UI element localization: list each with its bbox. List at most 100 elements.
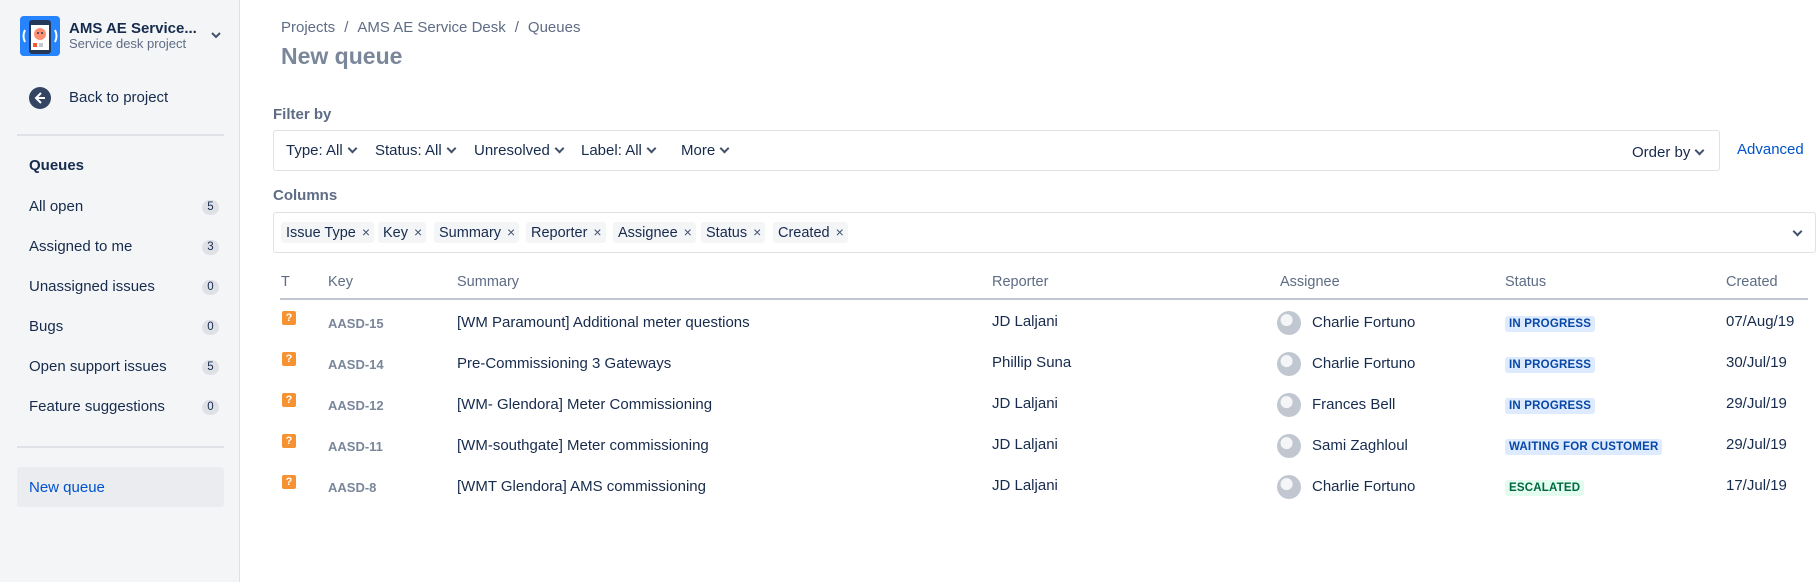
sidebar-item-all-open[interactable]: All open 5 bbox=[17, 191, 224, 223]
queue-count-badge: 5 bbox=[202, 360, 219, 375]
sidebar-item-label: All open bbox=[29, 198, 84, 215]
order-by-dropdown[interactable]: Order by bbox=[1632, 144, 1705, 161]
chevron-down-icon[interactable] bbox=[207, 26, 225, 44]
table-row[interactable]: ? AASD-12 [WM- Glendora] Meter Commissioni… bbox=[280, 385, 1808, 426]
breadcrumb-queues[interactable]: Queues bbox=[528, 19, 581, 36]
column-tag-key: Key × bbox=[378, 222, 427, 243]
sidebar-item-feature-suggestions[interactable]: Feature suggestions 0 bbox=[17, 391, 224, 423]
filter-label-label: Label: All bbox=[581, 142, 642, 159]
columns-heading: Columns bbox=[273, 187, 338, 204]
user-avatar bbox=[1277, 352, 1301, 376]
column-header-assignee[interactable]: Assignee bbox=[1280, 274, 1340, 290]
reporter-name: Phillip Suna bbox=[992, 354, 1072, 371]
issue-key-link[interactable]: AASD-14 bbox=[328, 357, 384, 372]
question-issue-type-icon: ? bbox=[282, 475, 296, 489]
sidebar-item-label: Unassigned issues bbox=[29, 278, 155, 295]
column-tag-label: Issue Type bbox=[286, 225, 356, 241]
assignee-name: Charlie Fortuno bbox=[1312, 355, 1416, 372]
question-issue-type-icon: ? bbox=[282, 393, 296, 407]
issue-summary-link[interactable]: [WM Paramount] Additional meter question… bbox=[457, 314, 750, 331]
queue-count-badge: 0 bbox=[202, 400, 219, 415]
issue-key-link[interactable]: AASD-11 bbox=[328, 439, 383, 454]
filter-type-dropdown[interactable]: Type: All bbox=[286, 142, 358, 159]
table-row[interactable]: ? AASD-8 [WMT Glendora] AMS commissioning J… bbox=[280, 467, 1808, 508]
sidebar: AMS AE Service... Service desk project B… bbox=[0, 0, 240, 582]
reporter-name: JD Laljani bbox=[992, 313, 1058, 330]
column-tag-label: Summary bbox=[439, 225, 502, 241]
question-issue-type-icon: ? bbox=[282, 352, 296, 366]
remove-column-icon[interactable]: × bbox=[684, 222, 692, 243]
column-header-type[interactable]: T bbox=[281, 274, 290, 290]
remove-column-icon[interactable]: × bbox=[362, 222, 370, 243]
chevron-down-icon[interactable] bbox=[1792, 226, 1803, 237]
column-header-summary[interactable]: Summary bbox=[457, 274, 519, 290]
created-date: 29/Jul/19 bbox=[1726, 395, 1787, 412]
status-lozenge: IN PROGRESS bbox=[1505, 398, 1596, 414]
status-lozenge: IN PROGRESS bbox=[1505, 357, 1596, 373]
status-lozenge: ESCALATED bbox=[1505, 480, 1585, 496]
column-tag-label: Reporter bbox=[531, 225, 588, 241]
chevron-down-icon bbox=[446, 143, 457, 154]
issue-summary-link[interactable]: [WM-southgate] Meter commissioning bbox=[457, 437, 709, 454]
filter-type-label: Type: All bbox=[286, 142, 343, 159]
queue-count-badge: 3 bbox=[202, 240, 219, 255]
sidebar-item-unassigned-issues[interactable]: Unassigned issues 0 bbox=[17, 271, 224, 303]
table-header-divider bbox=[280, 298, 1808, 300]
issue-key-link[interactable]: AASD-15 bbox=[328, 316, 384, 331]
created-date: 30/Jul/19 bbox=[1726, 354, 1787, 371]
remove-column-icon[interactable]: × bbox=[593, 222, 601, 243]
question-issue-type-icon: ? bbox=[282, 311, 296, 325]
sidebar-item-label: Open support issues bbox=[29, 358, 167, 375]
sidebar-item-assigned-to-me[interactable]: Assigned to me 3 bbox=[17, 231, 224, 263]
filter-more-dropdown[interactable]: More bbox=[681, 142, 730, 159]
back-to-project-link[interactable]: Back to project bbox=[29, 87, 219, 109]
filter-label-dropdown[interactable]: Label: All bbox=[581, 142, 657, 159]
sidebar-item-open-support-issues[interactable]: Open support issues 5 bbox=[17, 351, 224, 383]
remove-column-icon[interactable]: × bbox=[753, 222, 761, 243]
table-row[interactable]: ? AASD-15 [WM Paramount] Additional meter … bbox=[280, 303, 1808, 344]
column-header-key[interactable]: Key bbox=[328, 274, 353, 290]
page-title: New queue bbox=[281, 43, 403, 69]
table-row[interactable]: ? AASD-11 [WM-southgate] Meter commissioni… bbox=[280, 426, 1808, 467]
sidebar-item-new-queue[interactable]: New queue bbox=[17, 467, 224, 507]
issue-summary-link[interactable]: [WMT Glendora] AMS commissioning bbox=[457, 478, 706, 495]
issue-summary-link[interactable]: [WM- Glendora] Meter Commissioning bbox=[457, 396, 712, 413]
back-to-project-label: Back to project bbox=[69, 89, 169, 106]
created-date: 07/Aug/19 bbox=[1726, 313, 1795, 330]
filter-heading: Filter by bbox=[273, 106, 332, 123]
columns-selector[interactable]: Issue Type × Key × Summary × Reporter × Assi… bbox=[273, 212, 1816, 253]
issue-key-link[interactable]: AASD-8 bbox=[328, 480, 376, 495]
column-header-created[interactable]: Created bbox=[1726, 274, 1778, 290]
column-header-reporter[interactable]: Reporter bbox=[992, 274, 1048, 290]
filter-bar: Type: All Status: All Unresolved Label: … bbox=[273, 130, 1720, 171]
column-tag-label: Status bbox=[706, 225, 748, 241]
reporter-name: JD Laljani bbox=[992, 477, 1058, 494]
issue-key-link[interactable]: AASD-12 bbox=[328, 398, 384, 413]
breadcrumb-project[interactable]: AMS AE Service Desk bbox=[357, 19, 505, 36]
column-tag-label: Assignee bbox=[618, 225, 678, 241]
status-lozenge: WAITING FOR CUSTOMER bbox=[1505, 439, 1663, 455]
breadcrumb-projects[interactable]: Projects bbox=[281, 19, 335, 36]
table-row[interactable]: ? AASD-14 Pre-Commissioning 3 Gateways Phil… bbox=[280, 344, 1808, 385]
queue-count-badge: 5 bbox=[202, 200, 219, 215]
column-tag-reporter: Reporter × bbox=[526, 222, 606, 243]
assignee-name: Charlie Fortuno bbox=[1312, 314, 1416, 331]
status-lozenge: IN PROGRESS bbox=[1505, 316, 1596, 332]
sidebar-item-bugs[interactable]: Bugs 0 bbox=[17, 311, 224, 343]
queue-count-badge: 0 bbox=[202, 320, 219, 335]
filter-resolution-dropdown[interactable]: Unresolved bbox=[474, 142, 565, 159]
arrow-left-circle-icon bbox=[29, 87, 51, 109]
issue-summary-link[interactable]: Pre-Commissioning 3 Gateways bbox=[457, 355, 671, 372]
remove-column-icon[interactable]: × bbox=[507, 222, 515, 243]
remove-column-icon[interactable]: × bbox=[836, 222, 844, 243]
remove-column-icon[interactable]: × bbox=[414, 222, 422, 243]
filter-more-label: More bbox=[681, 142, 716, 159]
column-tag-issue-type: Issue Type × bbox=[281, 222, 375, 243]
assignee-name: Sami Zaghloul bbox=[1312, 437, 1408, 454]
project-switcher[interactable]: AMS AE Service... Service desk project bbox=[20, 16, 225, 56]
assignee-name: Charlie Fortuno bbox=[1312, 478, 1416, 495]
column-header-status[interactable]: Status bbox=[1505, 274, 1546, 290]
advanced-search-link[interactable]: Advanced bbox=[1737, 141, 1804, 158]
assignee-name: Frances Bell bbox=[1312, 396, 1396, 413]
filter-status-dropdown[interactable]: Status: All bbox=[375, 142, 457, 159]
